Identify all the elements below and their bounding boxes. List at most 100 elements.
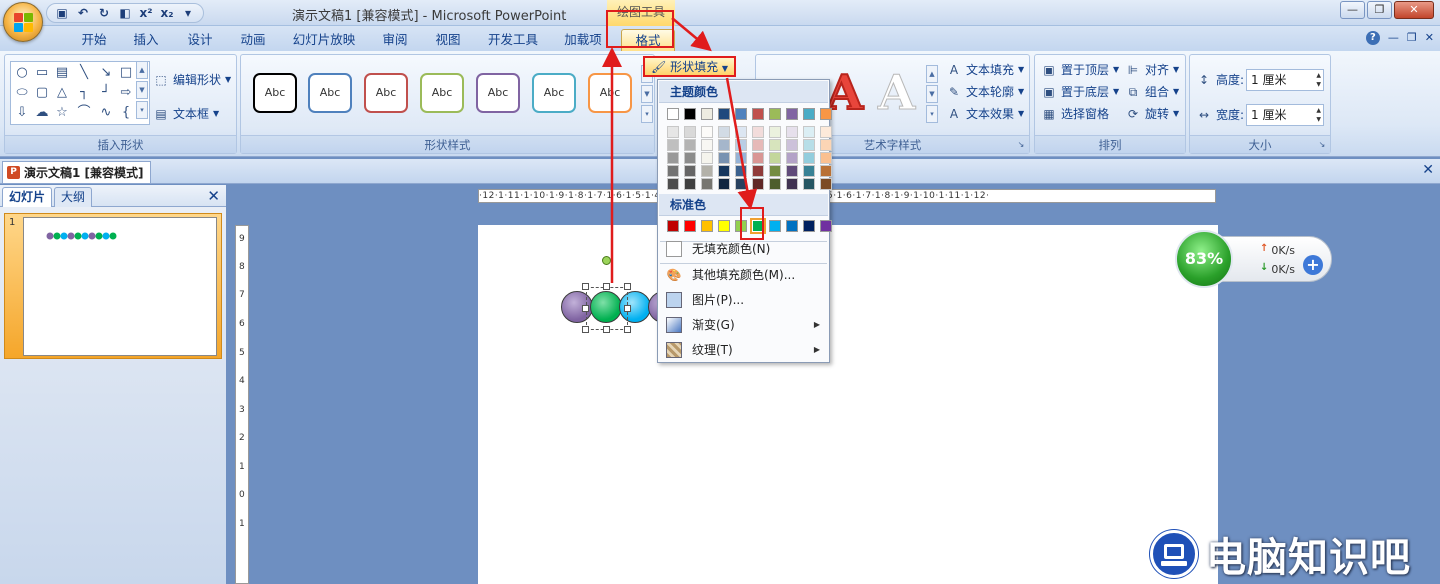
network-monitor-widget[interactable]: ↑ ↓ 0K/s 0K/s + 83% — [1175, 230, 1332, 288]
cloud-shape-icon[interactable]: ☁ — [35, 106, 49, 120]
help-icon[interactable]: ? — [1365, 31, 1380, 45]
theme-color-swatch[interactable] — [684, 108, 696, 120]
text-effect-button[interactable]: A 文本效果 ▼ — [946, 105, 1024, 122]
shape-style-thumb[interactable]: Abc — [476, 73, 520, 113]
theme-color-shade-swatch[interactable] — [701, 165, 713, 177]
gallery-more-icon[interactable]: ▾ — [926, 105, 938, 123]
slide-thumbnail[interactable] — [23, 217, 217, 356]
theme-color-shade-swatch[interactable] — [803, 165, 815, 177]
elbow-arrow-icon[interactable]: ┘ — [99, 86, 113, 100]
wordart-sample-white[interactable]: A — [877, 69, 915, 118]
theme-color-shade-swatch[interactable] — [820, 152, 832, 164]
standard-color-swatch[interactable] — [667, 220, 679, 232]
theme-color-shade-swatch[interactable] — [718, 178, 730, 190]
gallery-up-icon[interactable]: ▲ — [136, 61, 148, 79]
undo-icon[interactable]: ↶ — [74, 5, 92, 21]
shape-style-thumb[interactable]: Abc — [588, 73, 632, 113]
theme-color-shade-swatch[interactable] — [701, 178, 713, 190]
theme-color-shade-swatch[interactable] — [667, 178, 679, 190]
group-button[interactable]: ⧉ 组合 ▼ — [1125, 83, 1179, 100]
theme-color-shade-swatch[interactable] — [820, 126, 832, 138]
theme-color-shade-swatch[interactable] — [769, 139, 781, 151]
close-pane-icon[interactable]: ✕ — [207, 187, 220, 205]
theme-color-shade-swatch[interactable] — [684, 139, 696, 151]
freeform-shape-icon[interactable]: ∿ — [99, 106, 113, 120]
theme-color-shade-swatch[interactable] — [718, 126, 730, 138]
resize-handle[interactable] — [582, 326, 589, 333]
triangle-shape-icon[interactable]: △ — [55, 86, 69, 100]
slide-thumbnail-selected[interactable]: 1 — [4, 213, 222, 359]
line-shape-icon[interactable]: ╲ — [77, 66, 91, 80]
oval-shape-icon[interactable]: ○ — [15, 66, 29, 80]
star-shape-icon[interactable]: ☆ — [55, 106, 69, 120]
theme-color-swatch[interactable] — [667, 108, 679, 120]
shape-style-thumb[interactable]: Abc — [253, 73, 297, 113]
theme-color-shade-swatch[interactable] — [803, 139, 815, 151]
elbow-connector-icon[interactable]: ┐ — [77, 86, 91, 100]
gallery-down-icon[interactable]: ▼ — [926, 85, 938, 103]
theme-color-swatch[interactable] — [735, 108, 747, 120]
customize-qat-icon[interactable]: ▾ — [179, 5, 197, 21]
tab-addins[interactable]: 加载项 — [556, 29, 610, 51]
gallery-up-icon[interactable]: ▲ — [926, 65, 938, 83]
memory-usage-ball[interactable]: 83% — [1175, 230, 1233, 288]
gallery-down-icon[interactable]: ▼ — [136, 81, 148, 99]
tab-animations[interactable]: 动画 — [229, 29, 277, 51]
resize-handle[interactable] — [582, 305, 589, 312]
gallery-more-icon[interactable]: ▾ — [641, 105, 653, 123]
textbox-shape-icon[interactable]: ▭ — [35, 66, 49, 80]
gallery-more-icon[interactable]: ▾ — [136, 101, 148, 119]
standard-color-swatch[interactable] — [701, 220, 713, 232]
theme-color-shade-swatch[interactable] — [769, 165, 781, 177]
gallery-down-icon[interactable]: ▼ — [641, 85, 653, 103]
shape-style-thumb[interactable]: Abc — [532, 73, 576, 113]
save-icon[interactable]: ▣ — [53, 5, 71, 21]
theme-color-shade-swatch[interactable] — [684, 126, 696, 138]
slide-canvas[interactable] — [478, 225, 1218, 584]
rounded-rect-icon[interactable]: ▢ — [35, 86, 49, 100]
resize-handle[interactable] — [582, 283, 589, 290]
theme-color-swatch[interactable] — [701, 108, 713, 120]
print-preview-icon[interactable]: ◧ — [116, 5, 134, 21]
theme-color-shade-swatch[interactable] — [718, 165, 730, 177]
theme-color-shade-swatch[interactable] — [718, 152, 730, 164]
theme-color-shade-swatch[interactable] — [820, 178, 832, 190]
theme-color-shade-swatch[interactable] — [786, 152, 798, 164]
text-outline-button[interactable]: ✎ 文本轮廓 ▼ — [946, 83, 1024, 100]
subscript-icon[interactable]: x₂ — [158, 5, 176, 21]
theme-color-shade-swatch[interactable] — [701, 152, 713, 164]
height-input[interactable]: 1 厘米 ▲ ▼ — [1246, 69, 1324, 91]
theme-color-shade-swatch[interactable] — [786, 126, 798, 138]
theme-color-shade-swatch[interactable] — [803, 126, 815, 138]
theme-color-shade-swatch[interactable] — [667, 152, 679, 164]
theme-color-shade-swatch[interactable] — [701, 139, 713, 151]
superscript-icon[interactable]: x² — [137, 5, 155, 21]
theme-color-shade-swatch[interactable] — [786, 178, 798, 190]
width-input[interactable]: 1 厘米 ▲ ▼ — [1246, 104, 1324, 126]
theme-color-shade-swatch[interactable] — [684, 165, 696, 177]
right-arrow-shape-icon[interactable]: ⇨ — [119, 86, 133, 100]
theme-color-swatch[interactable] — [786, 108, 798, 120]
close-button[interactable]: ✕ — [1394, 1, 1434, 19]
no-fill-item[interactable]: 无填充颜色(N) — [659, 237, 828, 261]
shape-style-thumb[interactable]: Abc — [420, 73, 464, 113]
theme-color-shade-swatch[interactable] — [786, 139, 798, 151]
more-fill-colors-item[interactable]: 🎨 其他填充颜色(M)... — [659, 263, 828, 287]
gradient-fill-item[interactable]: 渐变(G) ▶ — [659, 313, 828, 337]
rotate-button[interactable]: ⟳ 旋转 ▼ — [1125, 105, 1179, 122]
theme-color-shade-swatch[interactable] — [803, 178, 815, 190]
theme-color-shade-swatch[interactable] — [735, 139, 747, 151]
standard-color-swatch[interactable] — [769, 220, 781, 232]
standard-color-swatch[interactable] — [803, 220, 815, 232]
shape-style-thumb[interactable]: Abc — [364, 73, 408, 113]
tab-slideshow[interactable]: 幻灯片放映 — [287, 29, 361, 51]
down-arrow-shape-icon[interactable]: ⇩ — [15, 106, 29, 120]
close-document-icon[interactable]: ✕ — [1422, 162, 1434, 178]
theme-color-swatch[interactable] — [718, 108, 730, 120]
standard-color-swatch[interactable] — [684, 220, 696, 232]
theme-color-swatch[interactable] — [803, 108, 815, 120]
standard-color-swatch[interactable] — [718, 220, 730, 232]
spinner-icon[interactable]: ▲ ▼ — [1316, 106, 1321, 124]
standard-color-swatch[interactable] — [786, 220, 798, 232]
theme-color-shade-swatch[interactable] — [752, 152, 764, 164]
